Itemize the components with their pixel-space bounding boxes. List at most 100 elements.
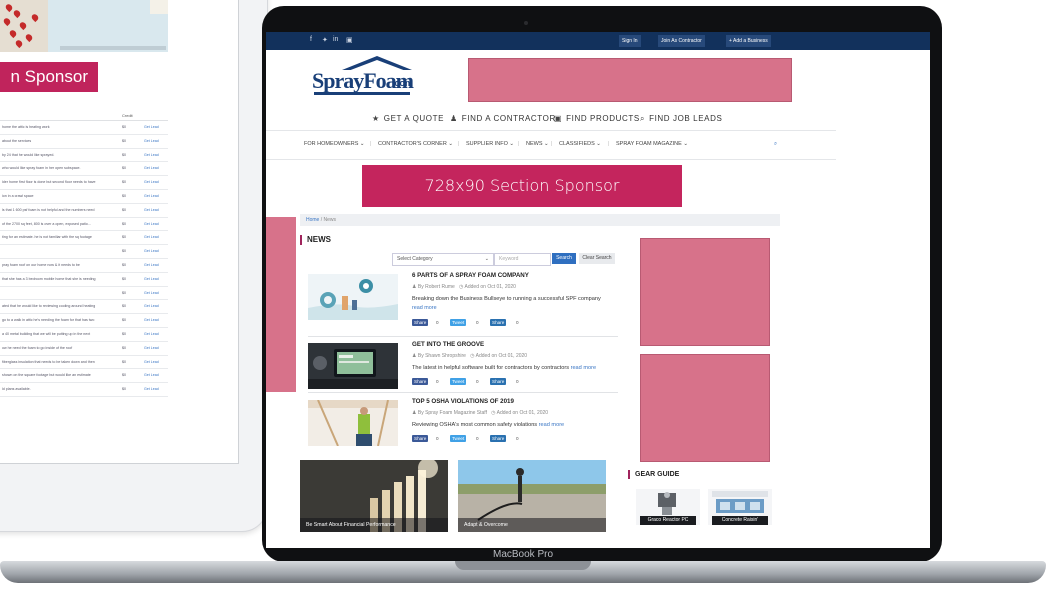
article-title[interactable]: 6 PARTS OF A SPRAY FOAM COMPANY	[412, 272, 529, 279]
nav-spray-foam-magazine[interactable]: SPRAY FOAM MAGAZINE ⌄	[616, 141, 688, 147]
facebook-share-button[interactable]: Share	[412, 435, 429, 442]
lead-credit: $0	[122, 318, 126, 323]
get-lead-link[interactable]: Get Lead	[144, 291, 159, 295]
nav-for-homeowners[interactable]: FOR HOMEOWNERS ⌄	[304, 141, 365, 147]
clock-icon: ◷	[459, 284, 464, 290]
find-products-link[interactable]: ▣ FIND PRODUCTS	[554, 114, 640, 123]
right-ad-placeholder[interactable]	[640, 238, 770, 346]
gear-item[interactable]: Concrete Raisin'	[708, 489, 772, 525]
leads-map[interactable]	[0, 0, 168, 52]
leads-table: Credit home the attic is heating work $0 G…	[0, 112, 168, 397]
chevron-down-icon: ⌄	[484, 256, 489, 262]
facebook-share-count: 0	[436, 379, 439, 384]
twitter-icon[interactable]: ✦	[322, 36, 328, 44]
find-contractor-link[interactable]: ♟ FIND A CONTRACTOR	[450, 114, 556, 123]
linkedin-share-count: 0	[516, 379, 519, 384]
nav-news[interactable]: NEWS ⌄	[526, 141, 549, 147]
get-lead-link[interactable]: Get Lead	[144, 304, 159, 308]
header-ad-placeholder[interactable]	[468, 58, 792, 102]
facebook-share-count: 0	[436, 436, 439, 441]
get-lead-link[interactable]: Get Lead	[144, 277, 159, 281]
feature-card[interactable]: Adapt & Overcome	[458, 460, 606, 532]
nav-supplier-info[interactable]: SUPPLIER INFO ⌄	[466, 141, 514, 147]
article-thumbnail[interactable]	[308, 400, 398, 446]
join-contractor-button[interactable]: Join As Contractor	[658, 35, 705, 47]
category-select[interactable]: Select Category ⌄	[392, 253, 494, 266]
gear-item[interactable]: Graco Reactor PC	[636, 489, 700, 525]
feature-card[interactable]: Be Smart About Financial Performance	[300, 460, 448, 532]
get-lead-link[interactable]: Get Lead	[144, 332, 159, 336]
find-job-leads-link[interactable]: ⌕ FIND JOB LEADS	[640, 114, 722, 124]
get-lead-link[interactable]: Get Lead	[144, 222, 159, 226]
get-lead-link[interactable]: Get Lead	[144, 166, 159, 170]
credit-column-header: Credit	[122, 113, 133, 118]
site-logo[interactable]: SprayFoam .com	[312, 56, 414, 95]
sign-in-button[interactable]: Sign In	[619, 35, 641, 47]
table-row: shown on the square footage but would li…	[0, 369, 168, 384]
get-lead-link[interactable]: Get Lead	[144, 235, 159, 239]
nav-contractors-corner[interactable]: CONTRACTOR'S CORNER ⌄	[378, 141, 453, 147]
twitter-share-button[interactable]: Tweet	[450, 378, 467, 385]
lead-credit: $0	[122, 345, 126, 350]
breadcrumb-home[interactable]: Home	[306, 217, 319, 223]
find-products-label: FIND PRODUCTS	[566, 114, 640, 123]
article-date: Added on Oct 01, 2020	[475, 353, 528, 359]
nav-separator: |	[518, 141, 520, 147]
keyword-input[interactable]: Keyword	[494, 253, 551, 266]
get-lead-link[interactable]: Get Lead	[144, 139, 159, 143]
get-lead-link[interactable]: Get Lead	[144, 387, 159, 391]
facebook-icon[interactable]: f	[310, 36, 312, 43]
card-caption: Be Smart About Financial Performance	[300, 518, 448, 532]
search-button-label: Search	[556, 255, 572, 261]
search-icon[interactable]: ⌕	[774, 141, 777, 148]
linkedin-share-button[interactable]: Share	[490, 435, 507, 442]
read-more-link[interactable]: read more	[571, 365, 597, 371]
article-thumbnail[interactable]	[308, 274, 398, 320]
search-button[interactable]: Search	[552, 253, 576, 264]
tablet-sponsor-banner[interactable]: n Sponsor	[0, 62, 98, 92]
linkedin-share-button[interactable]: Share	[490, 378, 507, 385]
article-title[interactable]: GET INTO THE GROOVE	[412, 341, 484, 348]
article-title[interactable]: TOP 5 OSHA VIOLATIONS OF 2019	[412, 398, 514, 405]
get-lead-link[interactable]: Get Lead	[144, 249, 159, 253]
article-divider	[308, 336, 618, 337]
get-lead-link[interactable]: Get Lead	[144, 208, 159, 212]
get-lead-link[interactable]: Get Lead	[144, 346, 159, 350]
right-ad-placeholder[interactable]	[640, 354, 770, 462]
table-row: $0 Get Lead	[0, 287, 168, 301]
breadcrumb-current: News	[323, 217, 337, 223]
linkedin-icon[interactable]: in	[333, 36, 338, 43]
table-row: of the 2700 sq feet, 800 is over a open,…	[0, 218, 168, 232]
article-thumbnail[interactable]	[308, 343, 398, 389]
twitter-share-button[interactable]: Tweet	[450, 319, 467, 326]
add-business-button[interactable]: + Add a Business	[726, 35, 771, 47]
instagram-icon[interactable]: ▣	[346, 36, 353, 44]
linkedin-share-label: Share	[492, 436, 505, 441]
get-lead-link[interactable]: Get Lead	[144, 318, 159, 322]
get-lead-link[interactable]: Get Lead	[144, 360, 159, 364]
read-more-link[interactable]: read more	[412, 305, 437, 311]
linkedin-share-button[interactable]: Share	[490, 319, 507, 326]
nav-classifieds[interactable]: CLASSIFIEDS ⌄	[559, 141, 601, 147]
linkedin-share-count: 0	[516, 436, 519, 441]
facebook-share-button[interactable]: Share	[412, 378, 429, 385]
section-sponsor-banner[interactable]: 728x90 Section Sponsor	[362, 165, 682, 207]
get-lead-link[interactable]: Get Lead	[144, 194, 159, 198]
table-row: that she has a 3 bedroom mobile home tha…	[0, 273, 168, 287]
table-row: ion in a crawl space $0 Get Lead	[0, 190, 168, 204]
get-lead-link[interactable]: Get Lead	[144, 125, 159, 129]
category-select-value: Select Category	[397, 256, 433, 262]
get-lead-link[interactable]: Get Lead	[144, 263, 159, 267]
lead-credit: $0	[122, 152, 126, 157]
table-row: about the services $0 Get Lead	[0, 135, 168, 149]
clear-search-button[interactable]: Clear Search	[579, 253, 615, 264]
get-quote-link[interactable]: ★ GET A QUOTE	[372, 114, 444, 123]
map-control[interactable]	[150, 0, 168, 14]
get-lead-link[interactable]: Get Lead	[144, 373, 159, 377]
left-ad-placeholder[interactable]	[266, 217, 296, 392]
read-more-link[interactable]: read more	[539, 422, 565, 428]
twitter-share-button[interactable]: Tweet	[450, 435, 467, 442]
get-lead-link[interactable]: Get Lead	[144, 153, 159, 157]
get-lead-link[interactable]: Get Lead	[144, 180, 159, 184]
facebook-share-button[interactable]: Share	[412, 319, 429, 326]
